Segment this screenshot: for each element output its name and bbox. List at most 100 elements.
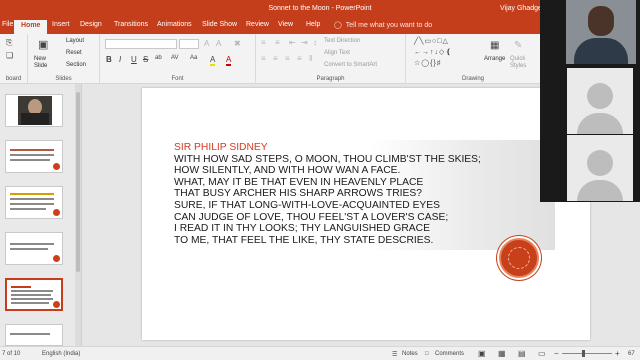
- line-spacing-icon[interactable]: ↕: [313, 38, 317, 47]
- shapes-gallery-icon[interactable]: ╱╲▭○□△: [414, 37, 449, 45]
- tab-review[interactable]: Review: [246, 21, 269, 28]
- tell-me-search[interactable]: ◯ Tell me what you want to do: [334, 21, 432, 29]
- slide-thumbnail-text[interactable]: [5, 140, 63, 173]
- presenter-body: [574, 38, 628, 64]
- justify-icon[interactable]: ≡: [297, 54, 302, 63]
- arrange-button[interactable]: Arrange: [484, 56, 505, 62]
- align-center-icon[interactable]: ≡: [273, 54, 278, 63]
- bold-button[interactable]: B: [106, 55, 112, 64]
- layout-button[interactable]: Layout: [66, 38, 84, 44]
- lightbulb-icon: ◯: [334, 22, 342, 29]
- quick-styles-button[interactable]: Quick Styles: [510, 56, 534, 70]
- portrait-image: [18, 96, 52, 125]
- tell-me-text: Tell me what you want to do: [345, 22, 433, 29]
- align-left-icon[interactable]: ≡: [261, 54, 266, 63]
- grow-font-icon[interactable]: A: [204, 39, 209, 48]
- bullets-icon[interactable]: ≡: [261, 38, 266, 47]
- reading-view-icon[interactable]: ▤: [518, 349, 526, 358]
- slide-sorter-icon[interactable]: ▦: [498, 349, 506, 358]
- text-direction-button[interactable]: Text Direction: [324, 38, 360, 44]
- font-group: A A ✖ B I U S ab AV Aa A A Font: [100, 34, 256, 84]
- slides-group-label: Slides: [55, 76, 72, 82]
- zoom-in-icon[interactable]: +: [615, 349, 620, 358]
- slide-counter: 7 of 10: [2, 351, 21, 357]
- reset-button[interactable]: Reset: [66, 50, 82, 56]
- arrange-icon[interactable]: ▦: [490, 40, 499, 51]
- align-text-button[interactable]: Align Text: [324, 50, 350, 56]
- font-name-combo[interactable]: [105, 39, 177, 49]
- align-right-icon[interactable]: ≡: [285, 54, 290, 63]
- slides-group: ▣ New Slide Layout Reset Section Slides: [28, 34, 100, 84]
- char-spacing-button[interactable]: AV: [171, 55, 179, 61]
- poem-line: WHAT, MAY IT BE THAT EVEN IN HEAVENLY PL…: [174, 176, 424, 188]
- slide-thumbnail-text[interactable]: [5, 232, 63, 265]
- poem-line: I READ IT IN THY LOOKS; THY LANGUISHED G…: [174, 223, 430, 235]
- thumbnail-scroll-thumb[interactable]: [76, 92, 80, 272]
- comments-button[interactable]: Comments: [435, 351, 464, 357]
- participant-tile[interactable]: [567, 135, 633, 201]
- shrink-font-icon[interactable]: A: [216, 39, 221, 48]
- columns-icon[interactable]: ‖: [309, 54, 312, 63]
- shapes-row3-icon[interactable]: ☆◯{}♯: [414, 59, 441, 67]
- zoom-slider[interactable]: [562, 353, 612, 354]
- paragraph-group: ≡ ≡ ⇤ ⇥ ↕ ≡ ≡ ≡ ≡ ‖ Text Direction Align…: [256, 34, 406, 84]
- new-slide-icon[interactable]: ▣: [38, 38, 48, 51]
- shadow-button[interactable]: ab: [155, 55, 162, 61]
- clipboard-group-label: board: [5, 76, 22, 82]
- comments-icon[interactable]: □: [425, 351, 429, 357]
- tab-insert[interactable]: Insert: [52, 21, 70, 28]
- tab-animations[interactable]: Animations: [157, 21, 192, 28]
- tab-file[interactable]: File: [2, 21, 13, 28]
- user-name[interactable]: Vijay Ghadge: [500, 5, 542, 12]
- zoom-out-icon[interactable]: −: [554, 349, 559, 358]
- avatar-icon: [587, 83, 613, 109]
- slide-thumbnail-portrait[interactable]: [5, 94, 63, 127]
- italic-button[interactable]: I: [119, 55, 121, 64]
- shapes-row2-icon[interactable]: ←→↑↓◇❴: [414, 48, 452, 56]
- zoom-slider-knob[interactable]: [582, 350, 585, 357]
- change-case-button[interactable]: Aa: [190, 55, 197, 61]
- increase-indent-icon[interactable]: ⇥: [301, 38, 308, 47]
- highlight-button[interactable]: A: [210, 55, 216, 66]
- tab-slide-show[interactable]: Slide Show: [202, 21, 237, 28]
- zoom-level[interactable]: 67: [628, 351, 635, 357]
- tab-transitions[interactable]: Transitions: [114, 21, 148, 28]
- quick-styles-icon[interactable]: ✎: [514, 40, 522, 51]
- notes-icon[interactable]: ☰: [392, 351, 397, 358]
- poem-textbox[interactable]: SIR PHILIP SIDNEY WITH HOW SAD STEPS, O …: [174, 142, 481, 246]
- status-bar: 7 of 10 English (India) ☰ Notes □ Commen…: [0, 346, 640, 360]
- slide-thumbnail-text[interactable]: [5, 324, 63, 346]
- new-slide-button[interactable]: New Slide: [34, 56, 54, 70]
- notes-button[interactable]: Notes: [402, 351, 418, 357]
- poem-line: WITH HOW SAD STEPS, O MOON, THOU CLIMB'S…: [174, 153, 481, 165]
- participant-tile[interactable]: [567, 68, 633, 134]
- drawing-group-label: Drawing: [461, 76, 484, 82]
- tab-design[interactable]: Design: [80, 21, 102, 28]
- slide-thumbnail-current[interactable]: [5, 278, 63, 311]
- normal-view-icon[interactable]: ▣: [478, 349, 486, 358]
- strikethrough-button[interactable]: S: [143, 55, 148, 64]
- powerpoint-window: Sonnet to the Moon - PowerPoint Vijay Gh…: [0, 0, 640, 360]
- font-group-label: Font: [171, 76, 184, 82]
- convert-smartart-button[interactable]: Convert to SmartArt: [324, 62, 377, 68]
- copy-icon[interactable]: ❏: [6, 51, 13, 60]
- decrease-indent-icon[interactable]: ⇤: [289, 38, 296, 47]
- poem-line: THAT BUSY ARCHER HIS SHARP ARROWS TRIES?: [174, 188, 422, 200]
- tab-help[interactable]: Help: [306, 21, 320, 28]
- tab-view[interactable]: View: [278, 21, 293, 28]
- tab-home[interactable]: Home: [14, 20, 48, 34]
- font-color-button[interactable]: A: [226, 55, 232, 66]
- underline-button[interactable]: U: [131, 55, 137, 64]
- numbering-icon[interactable]: ≡: [275, 38, 280, 47]
- slide-thumbnail-pane[interactable]: [0, 84, 82, 346]
- avatar-icon: [587, 150, 613, 176]
- clear-format-icon[interactable]: ✖: [234, 39, 241, 48]
- slideshow-icon[interactable]: ▭: [538, 349, 546, 358]
- poem-line: HOW SILENTLY, AND WITH HOW WAN A FACE.: [174, 165, 401, 177]
- paste-icon[interactable]: ⎘: [6, 38, 12, 48]
- presenter-camera-feed[interactable]: [566, 0, 636, 64]
- language-indicator[interactable]: English (India): [42, 351, 80, 357]
- slide-thumbnail-text[interactable]: [5, 186, 63, 219]
- font-size-combo[interactable]: [179, 39, 199, 49]
- section-button[interactable]: Section: [66, 62, 86, 68]
